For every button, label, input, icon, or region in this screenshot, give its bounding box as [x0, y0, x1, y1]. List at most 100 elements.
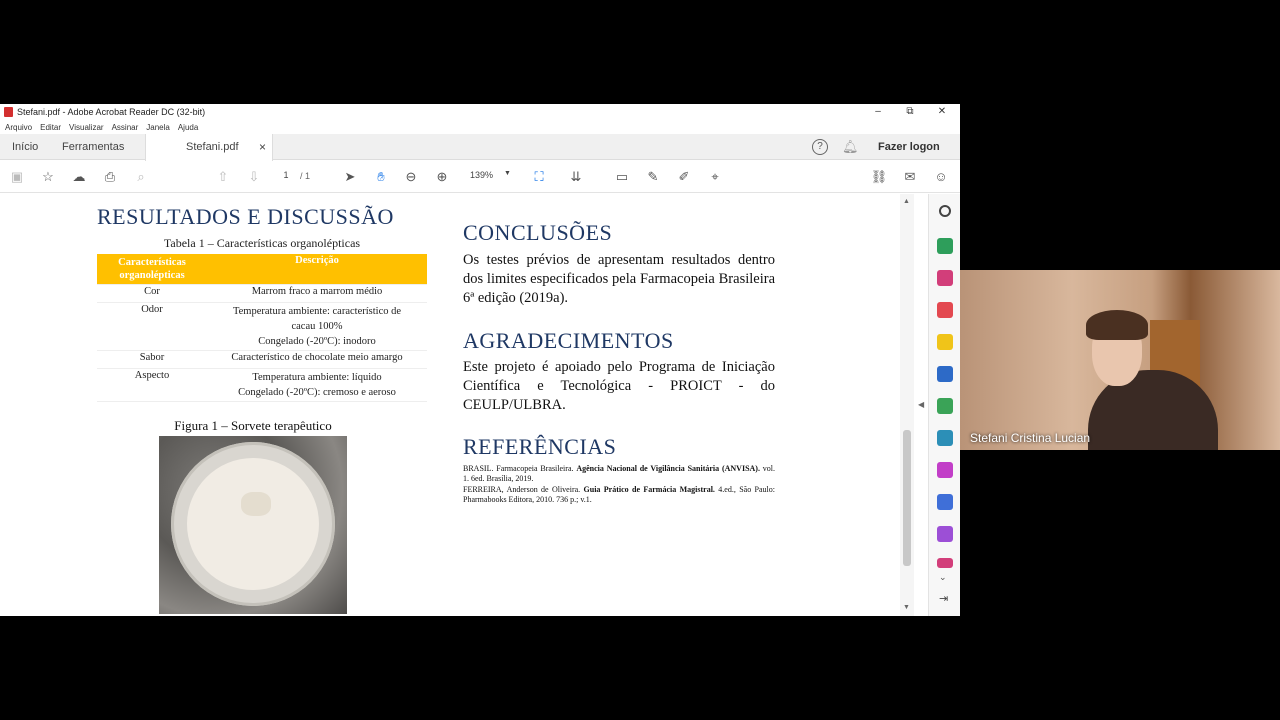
help-icon[interactable]: ?: [812, 139, 828, 155]
tab-document[interactable]: Stefani.pdf ×: [145, 134, 273, 161]
notification-bell-icon[interactable]: 🔔︎: [842, 139, 859, 155]
vertical-scrollbar[interactable]: ▲ ▼: [900, 194, 914, 616]
zoom-in-icon[interactable]: ⊕: [433, 168, 451, 186]
organize-pages-icon[interactable]: [937, 270, 953, 286]
menu-assinar[interactable]: Assinar: [112, 123, 139, 132]
email-icon[interactable]: ✉: [901, 168, 919, 186]
account-share-icon[interactable]: ☺: [932, 168, 950, 186]
bookmark-star-icon[interactable]: ☆: [39, 168, 57, 186]
cloud-upload-icon[interactable]: ☁: [70, 168, 88, 186]
chevron-down-icon[interactable]: ⌄: [939, 572, 947, 583]
scroll-down-icon[interactable]: ▼: [903, 604, 910, 611]
compress-icon[interactable]: [937, 398, 953, 414]
pdf-app-icon: [4, 107, 13, 117]
comment-tool-icon[interactable]: [937, 334, 953, 350]
chevron-down-icon: ▼: [504, 170, 511, 177]
pdf-page: RESULTADOS E DISCUSSÃO Tabela 1 – Caract…: [14, 194, 900, 616]
table-cell: Aspecto: [97, 368, 207, 402]
video-tile: Stefani Cristina Lucian: [960, 270, 1280, 450]
sign-icon[interactable]: [937, 558, 953, 568]
cell-line: cacau 100%: [291, 321, 343, 332]
results-heading: RESULTADOS E DISCUSSÃO: [97, 204, 394, 229]
table-row: Sabor Característico de chocolate meio a…: [97, 350, 427, 369]
fit-page-icon[interactable]: ⛶: [530, 168, 548, 186]
table-row: Cor Marrom fraco a marrom médio: [97, 284, 427, 303]
figure-caption: Figura 1 – Sorvete terapêutico: [174, 418, 332, 433]
title-bar: Stefani.pdf - Adobe Acrobat Reader DC (3…: [0, 104, 960, 120]
cell-line: Temperatura ambiente: líquido: [252, 372, 382, 383]
ref2-author: FERREIRA, Anderson de Oliveira.: [463, 485, 581, 494]
tab-document-label: Stefani.pdf: [186, 141, 239, 153]
ice-cream: [187, 458, 319, 590]
tab-bar: Início Ferramentas Stefani.pdf × ? 🔔︎ Fa…: [0, 134, 960, 161]
maximize-button[interactable]: ⧉: [894, 104, 926, 120]
scroll-up-icon[interactable]: ▲: [903, 198, 910, 205]
tab-tools[interactable]: Ferramentas: [62, 134, 124, 160]
table-cell: Odor: [97, 302, 207, 351]
ref1-bold: Agência Nacional de Vigilância Sanitária…: [576, 464, 760, 473]
table-header-cell: Descrição: [207, 254, 427, 285]
table-caption: Tabela 1 – Características organoléptica…: [163, 236, 361, 250]
container-lid: [171, 442, 335, 606]
expand-panel-icon[interactable]: ⇥: [939, 592, 948, 605]
table-cell: Cor: [97, 284, 207, 303]
save-icon[interactable]: ▣: [8, 168, 26, 186]
table-cell: Marrom fraco a marrom médio: [207, 284, 427, 303]
ice-cream-texture: [241, 492, 271, 516]
participant-name: Stefani Cristina Lucian: [970, 431, 1091, 445]
fill-sign-icon[interactable]: [937, 462, 953, 478]
draw-icon[interactable]: ✐: [675, 168, 693, 186]
login-button[interactable]: Fazer logon: [878, 134, 940, 160]
share-link-icon[interactable]: ⛓: [870, 168, 888, 186]
conclusions-heading: CONCLUSÕES: [463, 220, 613, 245]
close-button[interactable]: ✕: [926, 104, 958, 120]
zoom-select[interactable]: 139% ▼: [462, 170, 514, 184]
menu-editar[interactable]: Editar: [40, 123, 61, 132]
more-tools-icon[interactable]: [937, 526, 953, 542]
export-pdf-icon[interactable]: [937, 238, 953, 254]
zoom-value: 139%: [470, 170, 494, 180]
hand-tool-icon[interactable]: ✋︎: [372, 168, 390, 186]
scroll-mode-icon[interactable]: ⇊: [567, 168, 585, 186]
menu-bar: Arquivo Editar Visualizar Assinar Janela…: [0, 120, 960, 134]
ref1-author: BRASIL. Farmacopeia Brasileira.: [463, 464, 574, 473]
select-cursor-icon[interactable]: ➤: [341, 168, 359, 186]
tab-close-icon[interactable]: ×: [259, 134, 266, 160]
menu-visualizar[interactable]: Visualizar: [69, 123, 104, 132]
menu-ajuda[interactable]: Ajuda: [178, 123, 198, 132]
table-header-cell: Características organolépticas: [97, 254, 207, 285]
print-icon[interactable]: ⎙: [101, 168, 119, 186]
page-down-icon[interactable]: ⇩: [245, 168, 263, 186]
search-icon[interactable]: ⌕: [132, 168, 150, 186]
create-pdf-icon[interactable]: [937, 302, 953, 318]
page-up-icon[interactable]: ⇧: [214, 168, 232, 186]
cell-line: Congelado (-20ºC): cremoso e aeroso: [238, 387, 396, 398]
stamp-icon[interactable]: ⌖: [706, 168, 724, 186]
person-hair: [1086, 310, 1148, 340]
scrollbar-thumb[interactable]: [903, 430, 911, 566]
window-title: Stefani.pdf - Adobe Acrobat Reader DC (3…: [17, 107, 206, 117]
organoleptic-table: Características organolépticas Descrição…: [97, 254, 427, 402]
ref2-bold: Guia Prático de Farmácia Magistral.: [583, 485, 715, 494]
menu-janela[interactable]: Janela: [146, 123, 170, 132]
highlight-pen-icon[interactable]: ✎: [644, 168, 662, 186]
zoom-out-icon[interactable]: ⊖: [402, 168, 420, 186]
table-row: Odor Temperatura ambiente: característic…: [97, 302, 427, 351]
page-number-input[interactable]: 1: [276, 170, 296, 184]
protect-shield-icon[interactable]: [937, 494, 953, 510]
combine-files-icon[interactable]: [937, 366, 953, 382]
minimize-button[interactable]: –: [862, 104, 894, 120]
scan-ocr-icon[interactable]: [937, 430, 953, 446]
cell-line: Congelado (-20ºC): inodoro: [258, 336, 376, 347]
comment-icon[interactable]: ▭: [613, 168, 631, 186]
table-header-row: Características organolépticas Descrição: [97, 254, 427, 285]
screen: Stefani.pdf - Adobe Acrobat Reader DC (3…: [0, 0, 1280, 720]
table-cell: Característico de chocolate meio amargo: [207, 350, 427, 369]
tab-home[interactable]: Início: [12, 134, 38, 160]
menu-arquivo[interactable]: Arquivo: [5, 123, 32, 132]
page-total: / 1: [300, 171, 311, 181]
search-icon[interactable]: [939, 205, 951, 217]
reference-2: FERREIRA, Anderson de Oliveira. Guia Prá…: [463, 485, 775, 505]
table-cell: Sabor: [97, 350, 207, 369]
right-panel-collapse-icon[interactable]: ◀: [918, 400, 924, 409]
